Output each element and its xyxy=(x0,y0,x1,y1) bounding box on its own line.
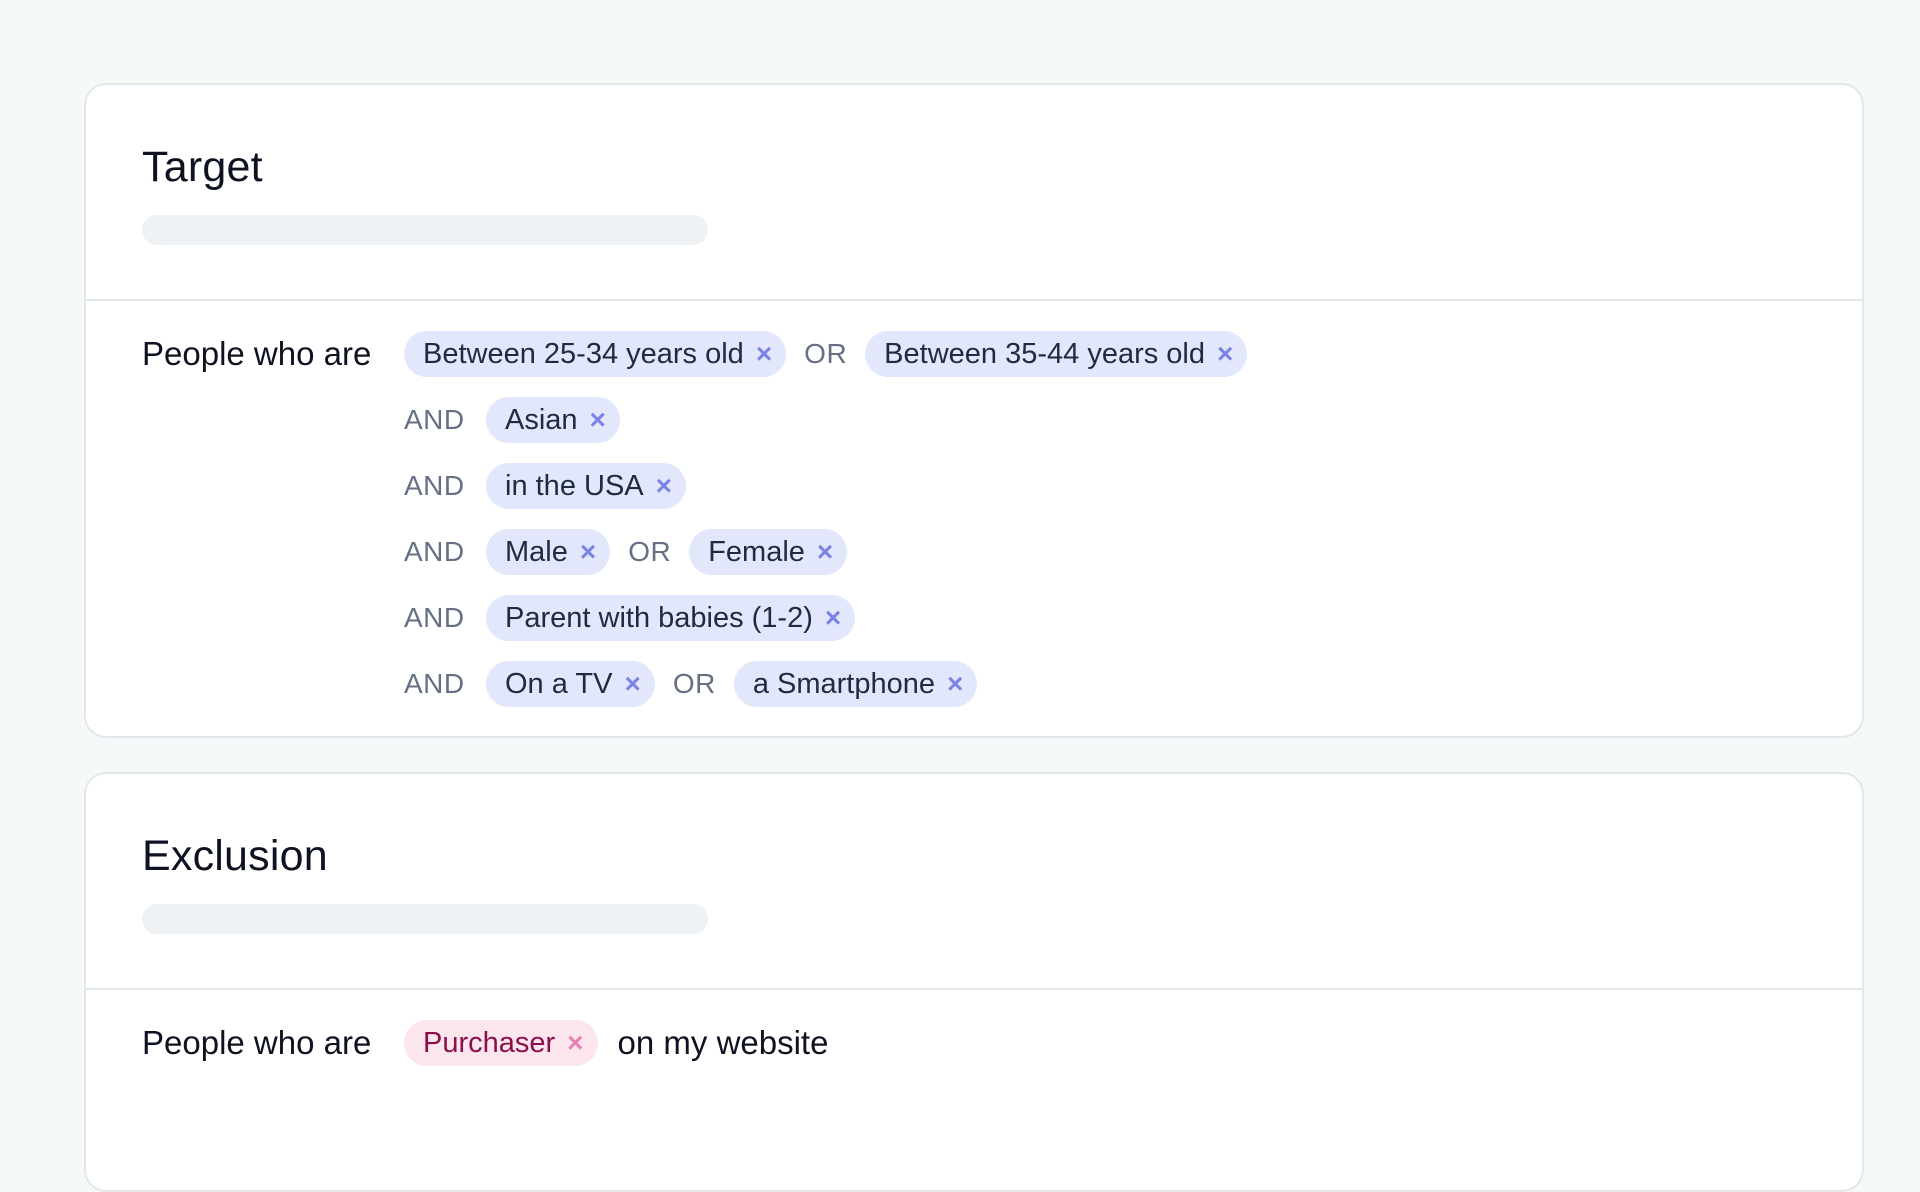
target-title: Target xyxy=(142,143,263,191)
exclusion-card-header: Exclusion xyxy=(86,774,1862,990)
rule-row-gender: AND Male × OR Female × xyxy=(142,529,1862,575)
chip-age-25-34[interactable]: Between 25-34 years old × xyxy=(404,331,787,377)
chip-label: Female xyxy=(708,535,805,568)
remove-icon[interactable]: × xyxy=(580,538,596,566)
chip-label: Asian xyxy=(505,403,578,436)
chip-label: Purchaser xyxy=(423,1026,556,1059)
remove-icon[interactable]: × xyxy=(817,538,833,566)
target-description-placeholder xyxy=(142,215,708,245)
or-connector: OR xyxy=(804,338,848,369)
remove-icon[interactable]: × xyxy=(947,670,963,698)
and-connector: AND xyxy=(404,668,465,699)
chip-label: Between 25-34 years old xyxy=(423,337,744,370)
remove-icon[interactable]: × xyxy=(756,340,772,368)
rule-row-location: AND in the USA × xyxy=(142,463,1862,509)
chip-label: Male xyxy=(505,535,568,568)
rule-row-age: People who are Between 25-34 years old ×… xyxy=(142,331,1862,377)
and-connector: AND xyxy=(404,470,465,501)
rule-row-ethnicity: AND Asian × xyxy=(142,397,1862,443)
remove-icon[interactable]: × xyxy=(567,1029,583,1057)
rule-lead-text: People who are xyxy=(142,335,372,372)
remove-icon[interactable]: × xyxy=(590,406,606,434)
rule-tail-text: on my website xyxy=(617,1024,829,1061)
chip-label: in the USA xyxy=(505,469,644,502)
chip-purchaser[interactable]: Purchaser × xyxy=(404,1020,598,1066)
rule-lead-text: People who are xyxy=(142,1024,372,1061)
exclusion-description-placeholder xyxy=(142,904,708,934)
rule-row-purchaser: People who are Purchaser × on my website xyxy=(142,1020,1862,1066)
chip-male[interactable]: Male × xyxy=(486,529,611,575)
or-connector: OR xyxy=(628,536,672,567)
chip-label: On a TV xyxy=(505,667,613,700)
target-card-header: Target xyxy=(86,85,1862,301)
remove-icon[interactable]: × xyxy=(1217,340,1233,368)
and-connector: AND xyxy=(404,602,465,633)
and-connector: AND xyxy=(404,404,465,435)
remove-icon[interactable]: × xyxy=(825,604,841,632)
target-card: Target People who are Between 25-34 year… xyxy=(84,83,1864,738)
exclusion-rules: People who are Purchaser × on my website xyxy=(86,990,1862,1066)
chip-label: Between 35-44 years old xyxy=(884,337,1205,370)
remove-icon[interactable]: × xyxy=(656,472,672,500)
exclusion-card: Exclusion People who are Purchaser × on … xyxy=(84,772,1864,1192)
rule-row-parental: AND Parent with babies (1-2) × xyxy=(142,595,1862,641)
chip-usa[interactable]: in the USA × xyxy=(486,463,686,509)
chip-label: Parent with babies (1-2) xyxy=(505,601,813,634)
chip-smartphone[interactable]: a Smartphone × xyxy=(733,661,978,707)
chip-asian[interactable]: Asian × xyxy=(486,397,620,443)
and-connector: AND xyxy=(404,536,465,567)
or-connector: OR xyxy=(672,668,716,699)
chip-female[interactable]: Female × xyxy=(689,529,848,575)
exclusion-title: Exclusion xyxy=(142,832,328,880)
remove-icon[interactable]: × xyxy=(624,670,640,698)
target-rules: People who are Between 25-34 years old ×… xyxy=(86,301,1862,707)
chip-tv[interactable]: On a TV × xyxy=(486,661,655,707)
chip-parent-babies[interactable]: Parent with babies (1-2) × xyxy=(486,595,856,641)
chip-label: a Smartphone xyxy=(752,667,935,700)
chip-age-35-44[interactable]: Between 35-44 years old × xyxy=(865,331,1248,377)
rule-row-device: AND On a TV × OR a Smartphone × xyxy=(142,661,1862,707)
